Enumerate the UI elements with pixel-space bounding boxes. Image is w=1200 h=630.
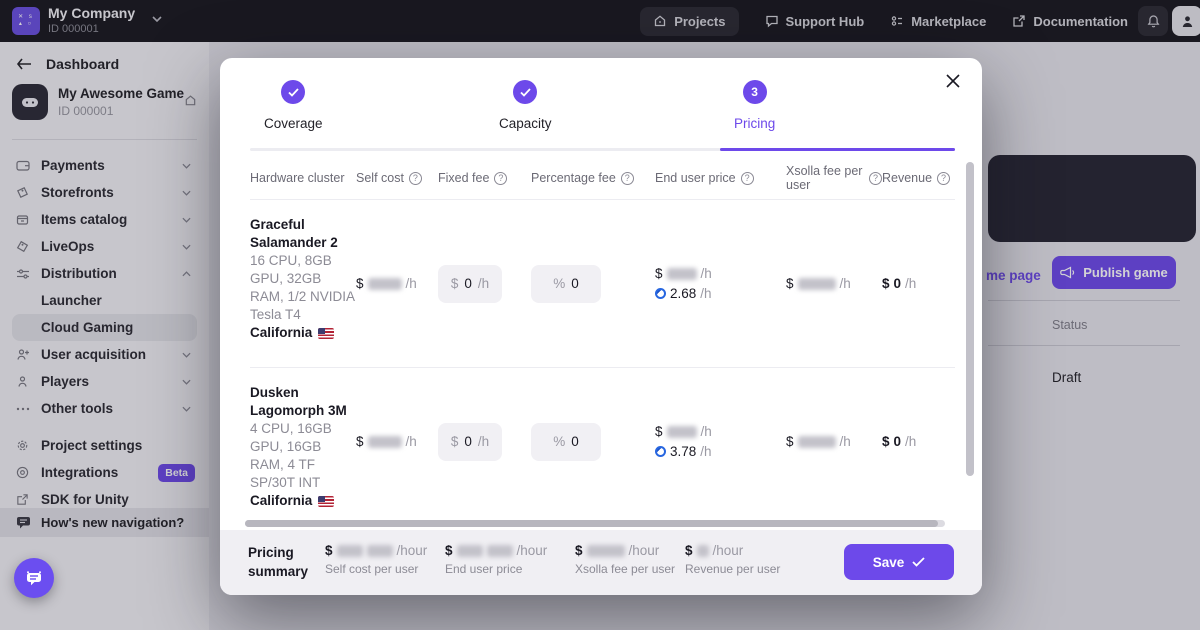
pricing-summary-title: Pricing summary <box>248 543 328 581</box>
chat-fab-button[interactable] <box>14 558 54 598</box>
col-self-cost: Self cost? <box>356 171 438 185</box>
summary-xsolla-fee: $/hour Xsolla fee per user <box>575 543 675 576</box>
redacted-value <box>367 545 393 557</box>
cluster-specs: 16 CPU, 8GB GPU, 32GB RAM, 1/2 NVIDIA Te… <box>250 252 356 324</box>
help-icon[interactable]: ? <box>494 172 507 185</box>
col-end-user-price: End user price? <box>655 171 786 185</box>
xsolla-fee-value: $/h <box>786 276 882 291</box>
step-capacity[interactable]: Capacity <box>485 80 720 131</box>
percentage-fee-input[interactable]: %0 <box>531 423 601 461</box>
fixed-fee-input[interactable]: $0/h <box>438 265 502 303</box>
table-header: Hardware cluster Self cost? Fixed fee? P… <box>250 157 955 200</box>
col-fixed-fee: Fixed fee? <box>438 171 531 185</box>
help-icon[interactable]: ? <box>869 172 882 185</box>
step-pricing[interactable]: 3 Pricing <box>720 80 955 131</box>
check-icon <box>281 80 305 104</box>
cluster-location: California <box>250 324 312 342</box>
self-cost-value: $/h <box>356 276 438 291</box>
us-flag-icon <box>318 496 334 507</box>
redacted-value <box>587 545 625 557</box>
summary-revenue: $/hour Revenue per user <box>685 543 780 576</box>
col-revenue: Revenue? <box>882 171 955 185</box>
redacted-value <box>798 278 836 290</box>
revenue-value: $0/h <box>882 434 955 449</box>
col-percentage-fee: Percentage fee? <box>531 171 655 185</box>
revenue-value: $0/h <box>882 276 955 291</box>
currency-coin-icon <box>655 288 666 299</box>
redacted-value <box>487 545 513 557</box>
pricing-modal: Coverage Capacity 3 Pricing Hardware clu… <box>220 58 982 595</box>
redacted-value <box>337 545 363 557</box>
end-user-price: $/h 3.78/h <box>655 424 786 459</box>
redacted-value <box>798 436 836 448</box>
fixed-fee-input[interactable]: $0/h <box>438 423 502 461</box>
redacted-value <box>368 278 402 290</box>
table-body: Graceful Salamander 2 16 CPU, 8GB GPU, 3… <box>250 200 955 516</box>
help-icon[interactable]: ? <box>741 172 754 185</box>
redacted-value <box>697 545 709 557</box>
help-icon[interactable]: ? <box>409 172 422 185</box>
step-coverage[interactable]: Coverage <box>250 80 485 131</box>
col-xsolla-fee: Xsolla fee per user? <box>786 164 882 192</box>
horizontal-scrollbar[interactable] <box>245 520 945 527</box>
cluster-name: Graceful Salamander 2 <box>250 216 356 252</box>
redacted-value <box>667 426 697 438</box>
step-number: 3 <box>743 80 767 104</box>
stepper: Coverage Capacity 3 Pricing <box>250 80 955 131</box>
help-icon[interactable]: ? <box>621 172 634 185</box>
summary-end-user-price: $/hour End user price <box>445 543 547 576</box>
redacted-value <box>457 545 483 557</box>
stepper-track-active <box>720 148 955 151</box>
help-icon[interactable]: ? <box>937 172 950 185</box>
save-button[interactable]: Save <box>844 544 954 580</box>
redacted-value <box>667 268 697 280</box>
currency-coin-icon <box>655 446 666 457</box>
check-icon <box>912 557 925 567</box>
chat-bubble-icon <box>24 569 44 587</box>
vertical-scrollbar-thumb[interactable] <box>966 162 974 476</box>
table-row: Graceful Salamander 2 16 CPU, 8GB GPU, 3… <box>250 200 955 368</box>
cluster-location: California <box>250 492 312 510</box>
xsolla-fee-value: $/h <box>786 434 882 449</box>
redacted-value <box>368 436 402 448</box>
us-flag-icon <box>318 328 334 339</box>
self-cost-value: $/h <box>356 434 438 449</box>
table-row: Dusken Lagomorph 3M 4 CPU, 16GB GPU, 16G… <box>250 368 955 515</box>
pricing-summary-footer: Pricing summary $/hour Self cost per use… <box>220 530 982 595</box>
cluster-specs: 4 CPU, 16GB GPU, 16GB RAM, 4 TF SP/30T I… <box>250 420 356 492</box>
percentage-fee-input[interactable]: %0 <box>531 265 601 303</box>
col-hardware-cluster: Hardware cluster <box>250 171 356 185</box>
end-user-price: $/h 2.68/h <box>655 266 786 301</box>
summary-self-cost: $/hour Self cost per user <box>325 543 427 576</box>
check-icon <box>513 80 537 104</box>
horizontal-scrollbar-thumb[interactable] <box>245 520 938 527</box>
cluster-name: Dusken Lagomorph 3M <box>250 384 356 420</box>
